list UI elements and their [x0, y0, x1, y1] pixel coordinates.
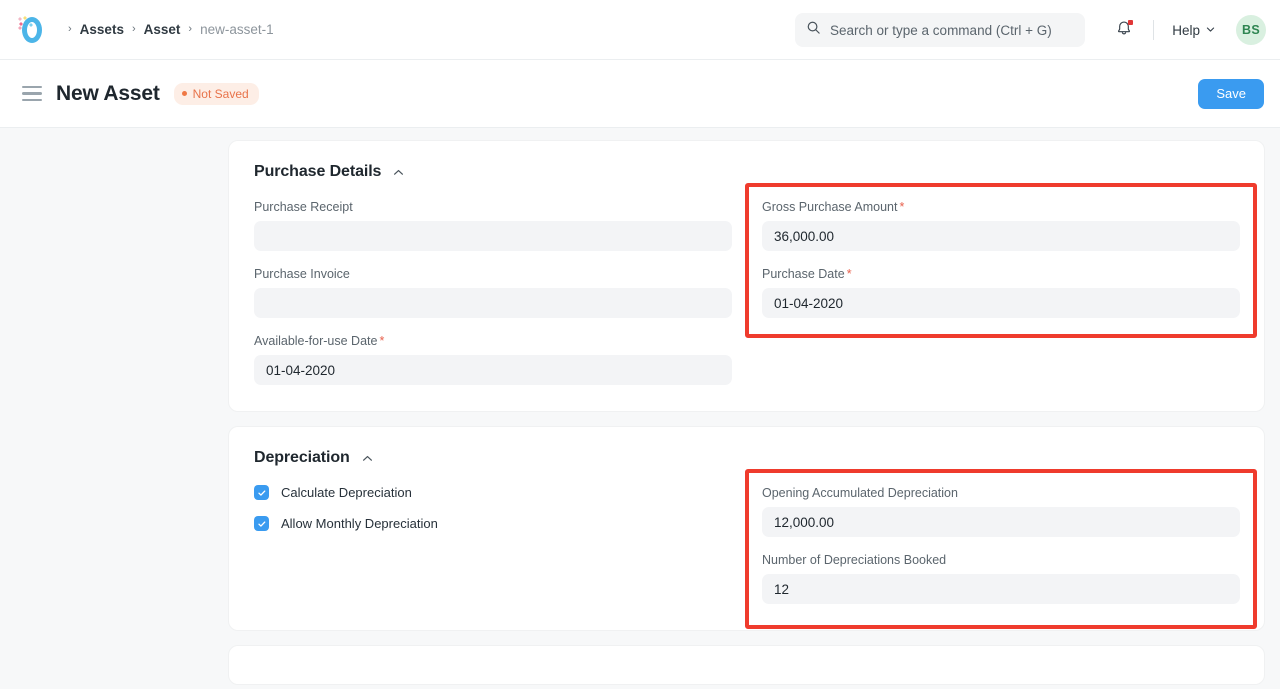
label-text: Opening Accumulated Depreciation: [762, 486, 958, 500]
field-label: Gross Purchase Amount*: [762, 199, 1240, 215]
label-text: Purchase Receipt: [254, 200, 353, 214]
two-column-layout: Calculate Depreciation Allow Monthly Dep…: [254, 485, 1239, 604]
required-marker: *: [379, 334, 384, 348]
checkbox-calculate-depreciation[interactable]: Calculate Depreciation: [254, 485, 732, 500]
field-label: Opening Accumulated Depreciation: [762, 485, 1240, 501]
field-number-of-depreciations-booked: Number of Depreciations Booked 12: [762, 552, 1240, 604]
section-header-depreciation: Depreciation: [254, 449, 1239, 467]
required-marker: *: [847, 267, 852, 281]
breadcrumb-separator-2: ›: [188, 24, 192, 35]
navbar-right-actions: Help BS: [1107, 0, 1266, 60]
field-label: Purchase Date*: [762, 266, 1240, 282]
label-text: Available-for-use Date: [254, 334, 377, 348]
page-title: New Asset: [56, 82, 160, 106]
label-text: Purchase Invoice: [254, 267, 350, 281]
checkbox-label: Allow Monthly Depreciation: [281, 516, 438, 531]
opening-accumulated-depreciation-input[interactable]: 12,000.00: [762, 507, 1240, 537]
number-of-depreciations-booked-input[interactable]: 12: [762, 574, 1240, 604]
section-card-next-partial: [228, 645, 1265, 685]
breadcrumb: › Assets › Asset › new-asset-1: [60, 22, 274, 37]
label-text: Gross Purchase Amount: [762, 200, 897, 214]
help-menu-button[interactable]: Help: [1166, 18, 1222, 43]
help-label: Help: [1172, 23, 1200, 38]
hamburger-line: [22, 99, 42, 102]
search-input[interactable]: Search or type a command (Ctrl + G): [795, 13, 1085, 47]
field-available-for-use-date: Available-for-use Date* 01-04-2020: [254, 333, 732, 385]
field-purchase-date: Purchase Date* 01-04-2020: [762, 266, 1240, 318]
field-opening-accumulated-depreciation: Opening Accumulated Depreciation 12,000.…: [762, 485, 1240, 537]
breadcrumb-item-assets[interactable]: Assets: [80, 22, 124, 37]
frappe-logo-icon[interactable]: [18, 16, 46, 44]
checkbox-allow-monthly-depreciation[interactable]: Allow Monthly Depreciation: [254, 516, 732, 531]
chevron-up-icon[interactable]: [361, 452, 374, 465]
field-gross-purchase-amount: Gross Purchase Amount* 36,000.00: [762, 199, 1240, 251]
hamburger-line: [22, 86, 42, 89]
purchase-invoice-input[interactable]: [254, 288, 732, 318]
status-badge[interactable]: Not Saved: [174, 83, 259, 105]
column-left: Purchase Receipt Purchase Invoice Availa…: [254, 199, 732, 385]
status-badge-label: Not Saved: [193, 87, 249, 101]
column-right: Opening Accumulated Depreciation 12,000.…: [762, 485, 1240, 604]
gross-purchase-amount-input[interactable]: 36,000.00: [762, 221, 1240, 251]
section-card-purchase-details: Purchase Details Purchase Receipt P: [228, 140, 1265, 412]
available-for-use-date-input[interactable]: 01-04-2020: [254, 355, 732, 385]
notification-badge-dot: [1128, 20, 1133, 25]
checkbox-label: Calculate Depreciation: [281, 485, 412, 500]
two-column-layout: Purchase Receipt Purchase Invoice Availa…: [254, 199, 1239, 385]
hamburger-line: [22, 92, 42, 95]
search-icon: [806, 20, 821, 40]
section-card-depreciation: Depreciation Calculate Depreciation: [228, 426, 1265, 631]
section-title: Depreciation: [254, 449, 350, 467]
required-marker: *: [899, 200, 904, 214]
column-left: Calculate Depreciation Allow Monthly Dep…: [254, 485, 732, 604]
purchase-date-input[interactable]: 01-04-2020: [762, 288, 1240, 318]
logo-ring: [22, 17, 42, 43]
breadcrumb-item-asset[interactable]: Asset: [144, 22, 181, 37]
field-purchase-invoice: Purchase Invoice: [254, 266, 732, 318]
label-text: Number of Depreciations Booked: [762, 553, 946, 567]
breadcrumb-separator-0: ›: [68, 24, 72, 35]
search-placeholder: Search or type a command (Ctrl + G): [830, 23, 1052, 38]
notifications-button[interactable]: [1107, 13, 1141, 47]
field-label: Available-for-use Date*: [254, 333, 732, 349]
global-search[interactable]: Search or type a command (Ctrl + G): [795, 13, 1085, 47]
checkbox-checked-icon: [254, 485, 269, 500]
form-scroll-area[interactable]: Purchase Details Purchase Receipt P: [0, 128, 1280, 688]
purchase-receipt-input[interactable]: [254, 221, 732, 251]
field-label: Number of Depreciations Booked: [762, 552, 1240, 568]
breadcrumb-item-current: new-asset-1: [200, 22, 274, 37]
label-text: Purchase Date: [762, 267, 845, 281]
breadcrumb-separator-1: ›: [132, 24, 136, 35]
field-purchase-receipt: Purchase Receipt: [254, 199, 732, 251]
column-right: Gross Purchase Amount* 36,000.00 Purchas…: [762, 199, 1240, 385]
status-dot-icon: [182, 91, 187, 96]
top-navbar: › Assets › Asset › new-asset-1 Search or…: [0, 0, 1280, 60]
section-header-purchase-details: Purchase Details: [254, 163, 1239, 181]
field-label: Purchase Invoice: [254, 266, 732, 282]
save-button[interactable]: Save: [1198, 79, 1264, 109]
chevron-down-icon: [1205, 23, 1216, 38]
page-header: New Asset Not Saved Save: [0, 60, 1280, 128]
section-title: Purchase Details: [254, 163, 381, 181]
checkbox-checked-icon: [254, 516, 269, 531]
field-label: Purchase Receipt: [254, 199, 732, 215]
navbar-divider: [1153, 20, 1154, 40]
chevron-up-icon[interactable]: [392, 166, 405, 179]
hamburger-menu-icon[interactable]: [22, 86, 42, 102]
avatar[interactable]: BS: [1236, 15, 1266, 45]
